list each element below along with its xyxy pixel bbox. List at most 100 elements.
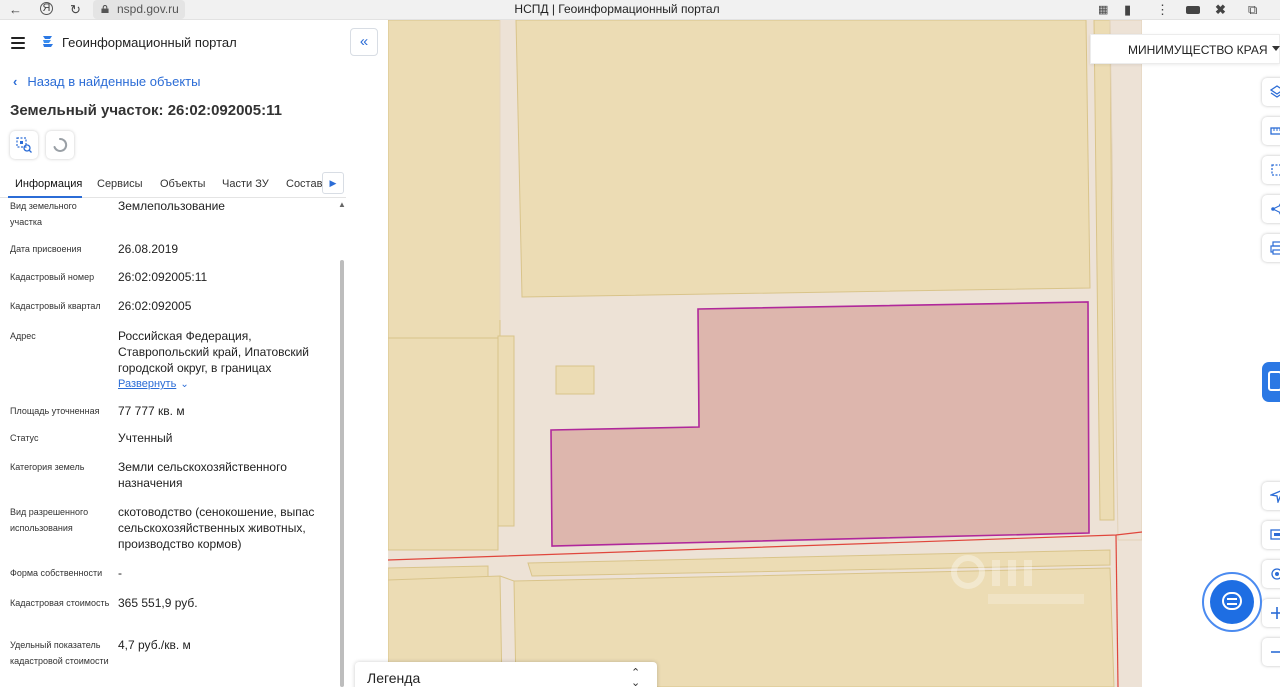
downloads-icon[interactable]: ⧉ — [1248, 1, 1257, 19]
ruler-icon — [1270, 127, 1280, 135]
location-target-icon — [1271, 568, 1280, 580]
print-button[interactable] — [1262, 234, 1280, 262]
share-icon — [1271, 203, 1280, 215]
info-label: Статус — [10, 433, 39, 443]
info-label: Удельный показатель кадастровой стоимост… — [10, 640, 109, 666]
map-parcel — [1109, 20, 1142, 541]
legend-expand-icon[interactable]: ⌃ ⌄ — [631, 668, 640, 687]
tab-composition[interactable]: Состав — [286, 177, 322, 191]
info-value: Земли сельскохозяйственного назначения — [118, 460, 287, 490]
info-value: 77 777 кв. м — [118, 404, 185, 418]
portal-title: Геоинформационный портал — [62, 35, 237, 50]
zoom-in-button[interactable] — [1262, 599, 1280, 627]
tab-parts[interactable]: Части ЗУ — [222, 177, 269, 191]
zoom-to-object-icon — [16, 137, 32, 153]
menu-burger-icon[interactable] — [11, 37, 25, 49]
layer-selector-label: МИНИМУЩЕСТВО КРАЯ — [1128, 43, 1268, 57]
info-value: скотоводство (сенокошение, выпас сельско… — [118, 505, 315, 551]
map-parcel — [388, 337, 499, 551]
map-parcel — [497, 335, 515, 527]
info-value: 26:02:092005 — [118, 299, 192, 313]
map-boundary-line — [1115, 534, 1119, 687]
translate-icon[interactable]: ▦ — [1098, 1, 1108, 19]
legend-panel[interactable]: Легенда ⌃ ⌄ — [355, 662, 657, 687]
info-label: Кадастровая стоимость — [10, 598, 110, 608]
tabs-scroll-right-button[interactable]: ▶ — [322, 172, 344, 194]
ruler-button[interactable] — [1262, 117, 1280, 145]
navigate-arrow-icon — [1270, 490, 1280, 503]
menu-dots-icon[interactable]: ⋮ — [1156, 1, 1169, 19]
side-panel-tab[interactable] — [1262, 362, 1280, 402]
screen-icon — [1270, 529, 1280, 540]
caret-down-icon — [1272, 46, 1280, 51]
info-value: Учтенный — [118, 431, 173, 445]
info-label: Кадастровый квартал — [10, 301, 101, 311]
selected-parcel — [550, 301, 1090, 547]
collapse-panel-button[interactable]: « — [350, 28, 378, 56]
navigate-button[interactable] — [1262, 482, 1280, 510]
share-button[interactable] — [1262, 195, 1280, 223]
info-value: 365 551,9 руб. — [118, 596, 198, 610]
spinner-icon — [53, 137, 68, 152]
info-label: Вид земельного участка — [10, 201, 77, 227]
plus-icon — [1271, 607, 1280, 619]
info-value: 4,7 руб./кв. м — [118, 638, 191, 652]
scroll-up-arrow-icon[interactable]: ▲ — [338, 200, 346, 209]
map-parcel — [388, 20, 501, 339]
select-area-button[interactable] — [1262, 156, 1280, 184]
expand-label: Развернуть — [118, 378, 177, 390]
tab-services[interactable]: Сервисы — [97, 177, 143, 191]
locate-button[interactable] — [1262, 560, 1280, 588]
legend-title: Легенда — [367, 670, 421, 686]
chat-support-button[interactable] — [1202, 572, 1262, 632]
map-parcel — [555, 365, 595, 395]
object-info-panel: Геоинформационный портал « ‹ Назад в найд… — [0, 20, 388, 687]
portal-logo-icon — [43, 36, 53, 47]
info-label: Форма собственности — [10, 568, 103, 578]
info-label: Адрес — [10, 331, 36, 341]
scrollbar-thumb[interactable] — [340, 260, 344, 687]
layer-selector[interactable]: МИНИМУЩЕСТВО КРАЯ — [1090, 34, 1280, 64]
expand-address-link[interactable]: Развернуть ⌄ — [118, 376, 328, 393]
address-text: Российская Федерация, Ставропольский кра… — [118, 329, 310, 375]
zoom-to-object-button[interactable] — [10, 131, 38, 159]
cian-watermark-icon — [951, 555, 1084, 604]
map-parcel-edge — [499, 575, 515, 582]
chevron-left-icon: ‹ — [13, 74, 18, 89]
map-parcel — [515, 20, 1091, 298]
info-value: 26.08.2019 — [118, 242, 179, 256]
info-value-address: Российская Федерация, Ставропольский кра… — [118, 328, 328, 393]
info-value: - — [118, 566, 122, 580]
chat-bubble-icon — [1222, 592, 1242, 610]
fullscreen-button[interactable] — [1262, 521, 1280, 549]
extensions-icon[interactable]: ✖ — [1215, 1, 1226, 19]
map-canvas[interactable] — [388, 20, 1142, 687]
chevron-right-icon: ▶ — [329, 178, 337, 188]
chat-line-icon — [1227, 603, 1237, 605]
info-value: 26:02:092005:11 — [118, 270, 208, 284]
browser-toolbar: ← Я ↻ nspd.gov.ru НСПД | Геоинформационн… — [0, 0, 1280, 20]
back-link-label: Назад в найденные объекты — [27, 74, 201, 89]
print-icon — [1270, 241, 1280, 255]
chat-line-icon — [1227, 598, 1237, 600]
chat-icon — [1210, 580, 1254, 624]
bookmark-icon[interactable]: ▮ — [1124, 1, 1131, 19]
info-list: Вид земельного участка Землепользование … — [0, 198, 336, 687]
info-label: Дата присвоения — [10, 244, 82, 254]
zoom-out-button[interactable] — [1262, 638, 1280, 666]
info-value: Землепользование — [118, 199, 225, 213]
document-icon — [1268, 371, 1280, 391]
select-area-icon — [1271, 164, 1280, 176]
info-label: Площадь уточненная — [10, 406, 100, 416]
page-title: Земельный участок: 26:02:092005:11 — [10, 102, 282, 119]
loading-button[interactable] — [46, 131, 74, 159]
back-to-results-link[interactable]: ‹ Назад в найденные объекты — [13, 74, 200, 90]
chevron-down-icon: ⌄ — [180, 379, 189, 390]
info-label: Категория земель — [10, 462, 85, 472]
tab-information[interactable]: Информация — [15, 177, 82, 191]
info-label: Кадастровый номер — [10, 272, 95, 282]
profile-icon[interactable] — [1186, 6, 1200, 14]
layers-button[interactable] — [1262, 78, 1280, 106]
tab-objects[interactable]: Объекты — [160, 177, 205, 191]
layers-icon — [1270, 85, 1280, 98]
